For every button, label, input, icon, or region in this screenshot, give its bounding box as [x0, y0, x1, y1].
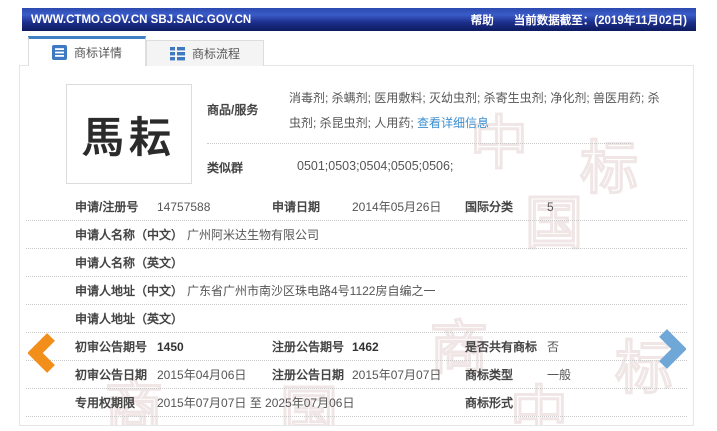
prev-arrow-button[interactable]	[27, 332, 58, 374]
next-arrow-button[interactable]	[656, 328, 687, 370]
table-row: 初审公告日期 2015年04月06日 注册公告日期 2015年07月07日 商标…	[26, 361, 687, 389]
tab-trademark-process[interactable]: 商标流程	[146, 40, 264, 66]
table-row: 申请人名称（中文） 广州阿米达生物有限公司	[26, 221, 687, 249]
reg-gazette-date-value: 2015年07月07日	[352, 368, 442, 382]
document-lines-icon	[51, 45, 67, 60]
goods-services-value: 消毒剂; 杀螨剂; 医用敷料; 灭幼虫剂; 杀寄生虫剂; 净化剂; 兽医用药; …	[289, 91, 660, 130]
address-en-label: 申请人地址（英文）	[75, 312, 184, 326]
first-gazette-date-label: 初审公告日期	[75, 368, 148, 382]
table-row: 申请/注册号 14757588 申请日期 2014年05月26日 国际分类 5	[26, 193, 687, 221]
list-icon	[169, 46, 185, 61]
reg-gazette-date-label: 注册公告日期	[272, 368, 345, 382]
reg-gazette-no-value: 1462	[352, 339, 379, 354]
exclusive-period-label: 专用权期限	[75, 396, 136, 410]
site-urls[interactable]: WWW.CTMO.GOV.CN SBJ.SAIC.GOV.CN	[31, 14, 251, 26]
applicant-cn-value: 广州阿米达生物有限公司	[187, 228, 320, 242]
table-row: 初审公告期号 1450 注册公告期号 1462 是否共有商标 否	[26, 333, 687, 361]
app-date-value: 2014年05月26日	[352, 200, 442, 214]
table-row: 申请人地址（英文）	[26, 305, 687, 333]
trademark-detail-page: WWW.CTMO.GOV.CN SBJ.SAIC.GOV.CN 帮助 当前数据截…	[0, 0, 717, 431]
applicant-en-label: 申请人名称（英文）	[75, 256, 184, 270]
exclusive-period-value: 2015年07月07日 至 2025年07月06日	[157, 396, 355, 410]
similar-group-value: 0501;0503;0504;0505;0506;	[297, 159, 454, 173]
goods-services-label: 商品/服务	[207, 103, 259, 117]
tab-bar: 商标详情 商标流程	[28, 36, 264, 66]
mark-type-label: 商标类型	[465, 368, 514, 382]
data-cutoff-text: 当前数据截至：(2019年11月02日)	[513, 14, 687, 27]
reg-gazette-no-label: 注册公告期号	[272, 340, 345, 354]
tab-label: 商标详情	[73, 46, 122, 60]
help-link[interactable]: 帮助	[471, 12, 494, 28]
applicant-cn-label: 申请人名称（中文）	[75, 228, 184, 242]
table-row: 申请人名称（英文）	[26, 249, 687, 277]
view-details-link[interactable]: 查看详细信息	[417, 116, 489, 130]
first-gazette-no-value: 1450	[157, 339, 184, 354]
trademark-detail-panel: 中 国 标 商 标 商 国 中 馬耘 商品/服务 消毒剂; 杀螨剂; 医用敷料;…	[19, 65, 694, 426]
mark-form-label: 商标形式	[465, 396, 514, 410]
similar-group-label: 类似群	[207, 161, 244, 175]
table-row: 专用权期限 2015年07月07日 至 2025年07月06日 商标形式	[26, 389, 687, 417]
chevron-left-icon	[27, 333, 55, 373]
shared-mark-label: 是否共有商标	[465, 340, 538, 354]
chevron-right-icon	[659, 329, 687, 369]
app-date-label: 申请日期	[272, 200, 321, 214]
first-gazette-date-value: 2015年04月06日	[157, 368, 247, 382]
intl-class-label: 国际分类	[465, 200, 514, 214]
reg-no-value: 14757588	[157, 199, 211, 214]
address-cn-label: 申请人地址（中文）	[75, 284, 184, 298]
trademark-image: 馬耘	[66, 84, 192, 184]
tab-label: 商标流程	[191, 47, 240, 61]
tab-trademark-detail[interactable]: 商标详情	[28, 36, 146, 66]
table-row: 申请人地址（中文） 广东省广州市南沙区珠电路4号1122房自编之一	[26, 277, 687, 305]
address-cn-value: 广东省广州市南沙区珠电路4号1122房自编之一	[187, 284, 436, 298]
trademark-summary-section: 馬耘 商品/服务 消毒剂; 杀螨剂; 医用敷料; 灭幼虫剂; 杀寄生虫剂; 净化…	[20, 66, 693, 193]
topbar: WWW.CTMO.GOV.CN SBJ.SAIC.GOV.CN 帮助 当前数据截…	[22, 8, 696, 31]
divider	[207, 143, 631, 144]
first-gazette-no-label: 初审公告期号	[75, 340, 148, 354]
reg-no-label: 申请/注册号	[75, 200, 139, 214]
intl-class-value: 5	[547, 199, 554, 214]
